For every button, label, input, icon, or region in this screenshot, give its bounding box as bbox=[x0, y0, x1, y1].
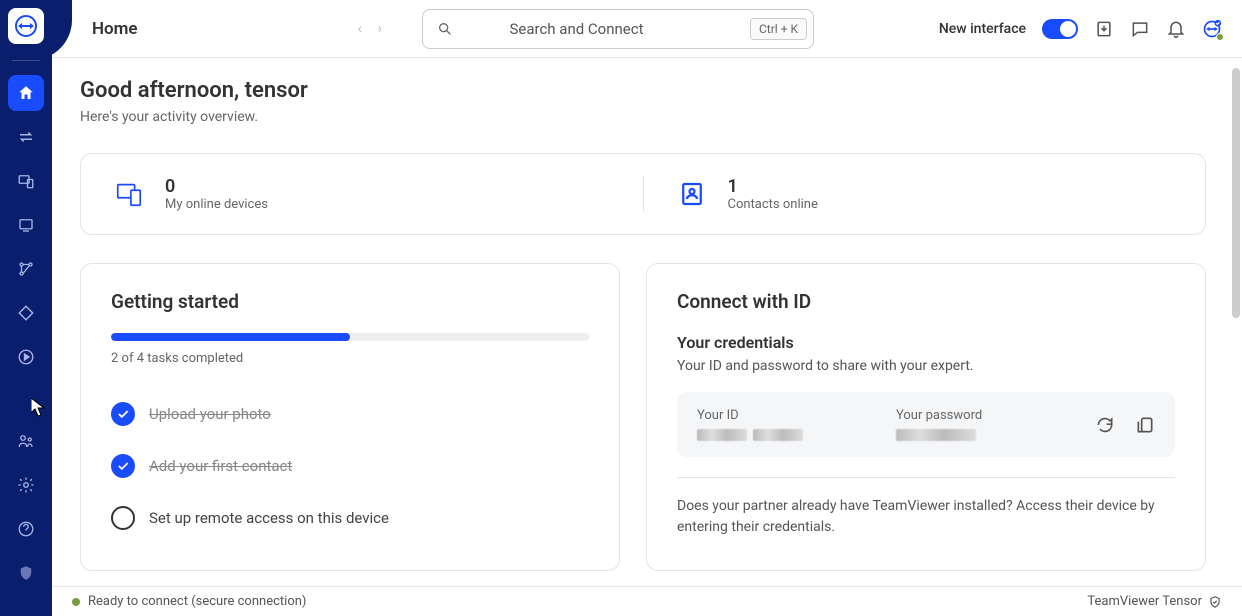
nav-forward-icon[interactable]: › bbox=[378, 21, 382, 37]
nav-settings[interactable] bbox=[8, 467, 44, 503]
refresh-icon[interactable] bbox=[1095, 415, 1115, 435]
credentials-box: Your ID Your password bbox=[677, 392, 1175, 457]
contacts-icon bbox=[674, 176, 710, 212]
nav-workflow[interactable] bbox=[8, 251, 44, 287]
statusbar: Ready to connect (secure connection) Tea… bbox=[52, 586, 1242, 616]
connect-title: Connect with ID bbox=[677, 290, 1175, 313]
connection-status-icon[interactable] bbox=[1202, 19, 1222, 39]
your-password-value[interactable] bbox=[896, 429, 976, 441]
getting-started-title: Getting started bbox=[111, 290, 589, 313]
nav-remote[interactable] bbox=[8, 207, 44, 243]
task-item[interactable]: Add your first contact bbox=[111, 440, 589, 492]
circle-icon bbox=[111, 506, 135, 530]
sidebar bbox=[0, 0, 52, 616]
nav-tag[interactable] bbox=[8, 295, 44, 331]
task-label: Add your first contact bbox=[149, 457, 292, 475]
bell-icon[interactable] bbox=[1166, 19, 1186, 39]
stat-devices-num: 0 bbox=[165, 176, 268, 197]
nav-home[interactable] bbox=[8, 75, 44, 111]
partner-text: Does your partner already have TeamViewe… bbox=[677, 496, 1175, 538]
stat-contacts-label: Contacts online bbox=[728, 197, 818, 212]
credentials-desc: Your ID and password to share with your … bbox=[677, 358, 1175, 374]
nav-back-icon[interactable]: ‹ bbox=[358, 21, 362, 37]
nav-devices[interactable] bbox=[8, 163, 44, 199]
content: Good afternoon, tensor Here's your activ… bbox=[52, 58, 1242, 586]
check-icon bbox=[111, 402, 135, 426]
task-label: Upload your photo bbox=[149, 405, 271, 423]
subtitle: Here's your activity overview. bbox=[80, 109, 1206, 125]
scrollbar[interactable] bbox=[1232, 68, 1240, 318]
credentials-title: Your credentials bbox=[677, 333, 1175, 352]
page-title: Home bbox=[92, 19, 138, 39]
copy-icon[interactable] bbox=[1135, 415, 1155, 435]
stat-devices[interactable]: 0 My online devices bbox=[81, 176, 643, 212]
task-item[interactable]: Upload your photo bbox=[111, 388, 589, 440]
your-id-label: Your ID bbox=[697, 408, 896, 423]
progress-bar bbox=[111, 333, 589, 341]
new-interface-label: New interface bbox=[939, 21, 1026, 37]
stats-card: 0 My online devices 1 Contacts online bbox=[80, 153, 1206, 235]
status-text: Ready to connect (secure connection) bbox=[88, 594, 306, 609]
task-item[interactable]: Set up remote access on this device bbox=[111, 492, 589, 544]
download-icon[interactable] bbox=[1094, 19, 1114, 39]
status-indicator bbox=[72, 598, 80, 606]
connect-card: Connect with ID Your credentials Your ID… bbox=[646, 263, 1206, 571]
search-kbd: Ctrl + K bbox=[750, 18, 807, 40]
stat-devices-label: My online devices bbox=[165, 197, 268, 212]
nav-shield[interactable] bbox=[8, 555, 44, 591]
greeting: Good afternoon, tensor bbox=[80, 78, 1206, 103]
getting-started-card: Getting started 2 of 4 tasks completed U… bbox=[80, 263, 620, 571]
your-password-label: Your password bbox=[896, 408, 1095, 423]
app-logo[interactable] bbox=[8, 8, 44, 44]
shield-check-icon bbox=[1208, 595, 1222, 609]
task-label: Set up remote access on this device bbox=[149, 509, 389, 527]
search-input[interactable]: Search and Connect Ctrl + K bbox=[422, 9, 814, 49]
nav-transfer[interactable] bbox=[8, 119, 44, 155]
product-name: TeamViewer Tensor bbox=[1087, 594, 1202, 609]
nav-help[interactable] bbox=[8, 511, 44, 547]
progress-text: 2 of 4 tasks completed bbox=[111, 351, 589, 366]
topbar: Home ‹ › Search and Connect Ctrl + K New… bbox=[52, 0, 1242, 58]
your-id-value[interactable] bbox=[697, 429, 747, 441]
nav-users[interactable] bbox=[8, 423, 44, 459]
stat-contacts-num: 1 bbox=[728, 176, 818, 197]
search-placeholder: Search and Connect bbox=[403, 20, 750, 38]
check-icon bbox=[111, 454, 135, 478]
chat-icon[interactable] bbox=[1130, 19, 1150, 39]
devices-icon bbox=[111, 176, 147, 212]
stat-contacts[interactable]: 1 Contacts online bbox=[643, 176, 1206, 212]
new-interface-toggle[interactable] bbox=[1042, 19, 1078, 39]
nav-play[interactable] bbox=[8, 339, 44, 375]
